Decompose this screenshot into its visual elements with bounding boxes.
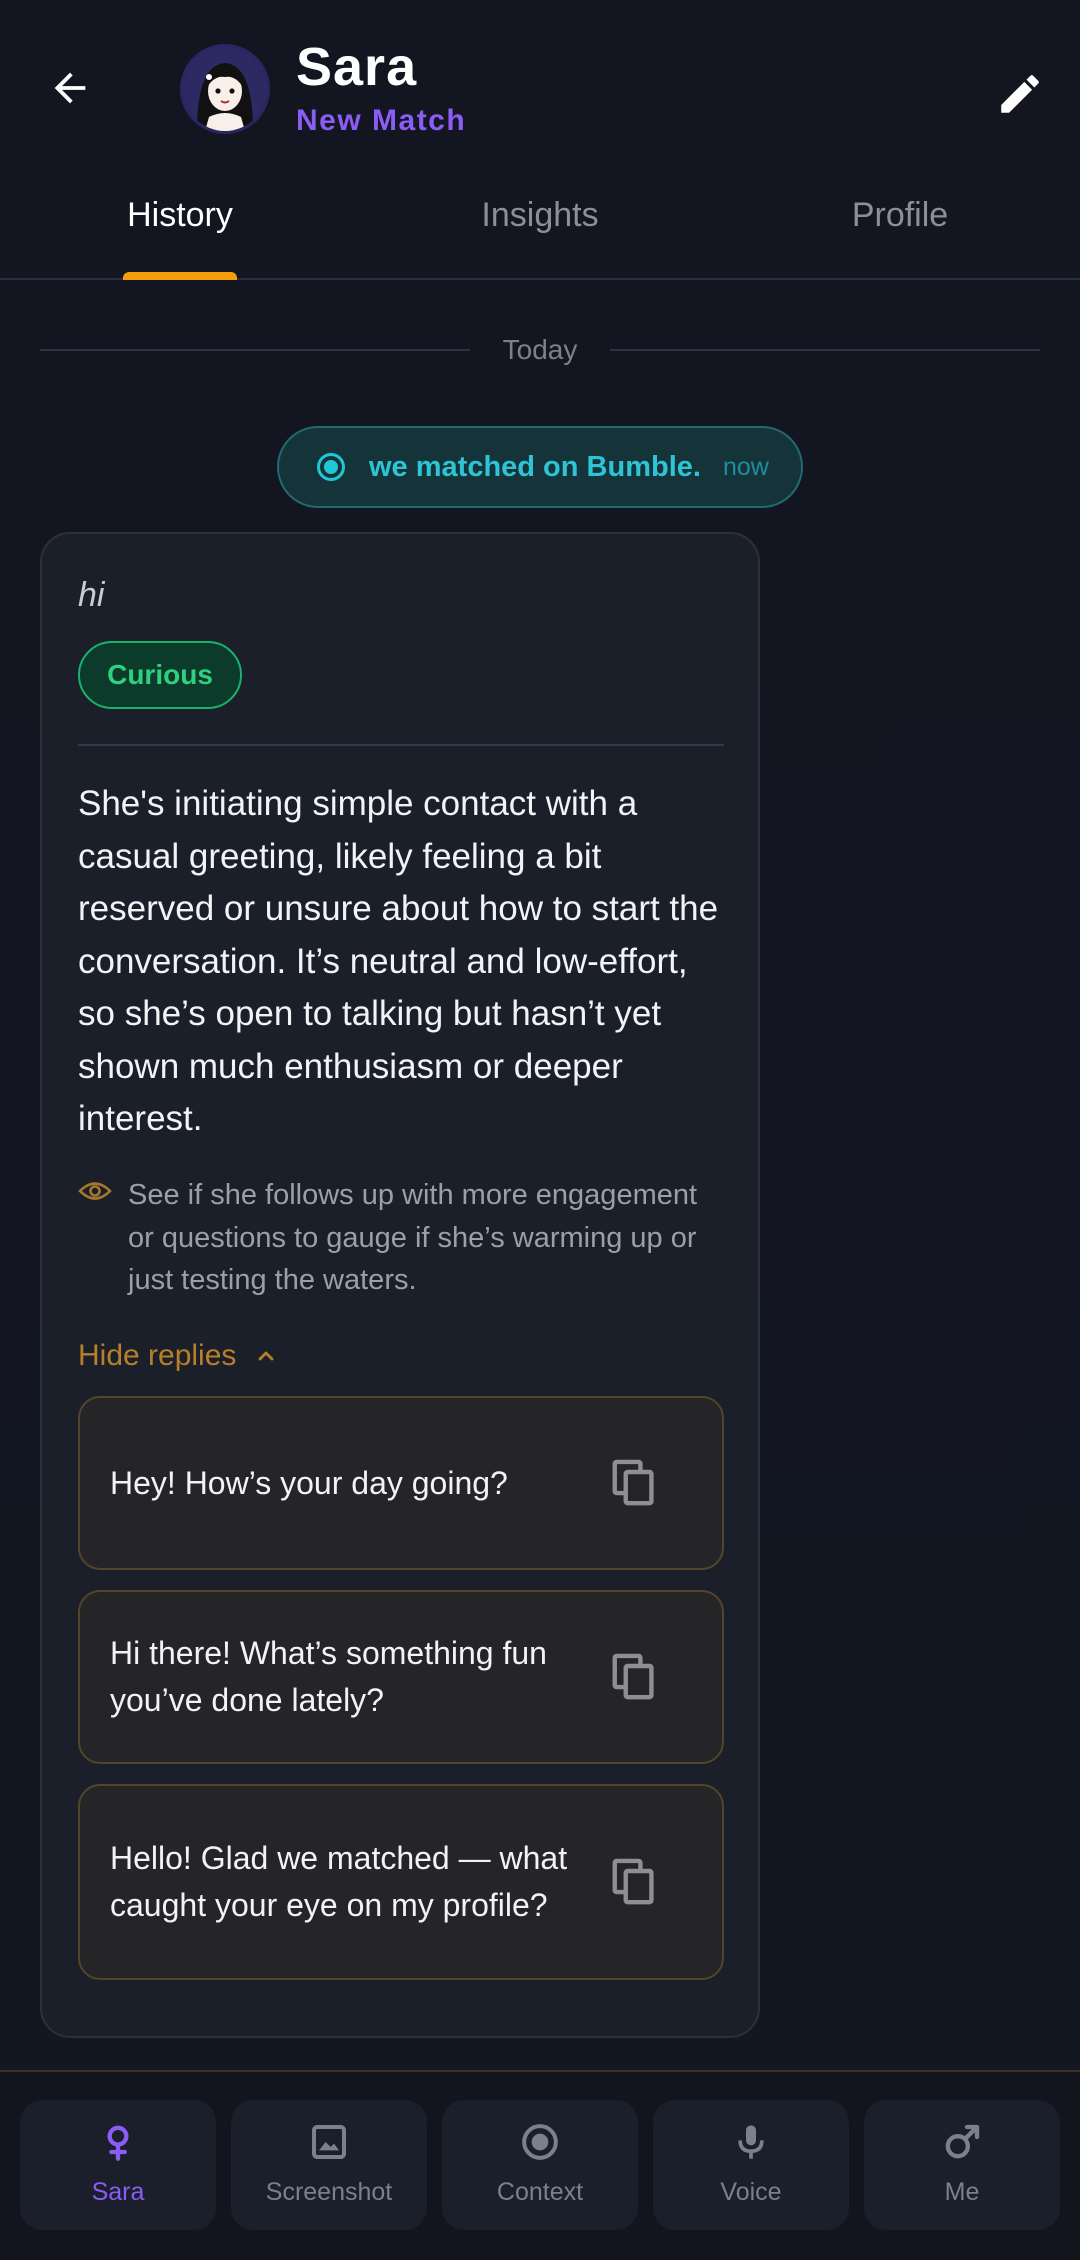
date-divider: Today [40,330,1040,370]
eye-icon [78,1182,112,1200]
microphone-icon [738,2125,764,2159]
hide-replies-toggle[interactable]: Hide replies [78,1334,278,1378]
received-message: hi [78,576,105,614]
avatar[interactable] [180,44,270,134]
nav-label: Screenshot [265,2178,393,2206]
nav-context[interactable]: Context [442,2100,638,2230]
chevron-up-icon [259,1351,274,1361]
avatar-illustration [183,47,267,131]
match-event-text: we matched on Bumble. [369,450,701,483]
edit-button[interactable] [984,58,1056,130]
hide-replies-label: Hide replies [78,1339,237,1372]
nav-voice[interactable]: Voice [653,2100,849,2230]
match-name: Sara [296,37,418,97]
divider-line-right [610,349,1040,351]
tip-text: See if she follows up with more engageme… [128,1179,698,1296]
match-event-pill: we matched on Bumble. now [277,426,803,508]
female-symbol-icon [107,2125,129,2161]
active-tab-indicator [123,272,237,280]
reply-suggestion[interactable]: Hi there! What’s something fun you’ve do… [78,1590,724,1764]
reply-suggestion[interactable]: Hey! How’s your day going? [78,1396,724,1570]
pencil-icon [1001,75,1039,113]
nav-screenshot[interactable]: Screenshot [231,2100,427,2230]
back-button[interactable] [38,56,102,120]
reply-text: Hey! How’s your day going? [110,1464,508,1501]
card-divider [78,744,724,746]
chat-history-screen: Sara New Match History Insights Profile … [0,0,1080,2260]
match-status: New Match [296,104,467,137]
header: Sara New Match [0,0,1080,180]
male-symbol-icon [945,2124,980,2159]
tab-profile[interactable]: Profile [780,196,1020,276]
reply-suggestion[interactable]: Hello! Glad we matched — what caught you… [78,1784,724,1980]
nav-sara[interactable]: Sara [20,2100,216,2230]
reply-text: Hi there! What’s something fun you’ve do… [110,1635,547,1718]
arrow-left-icon [54,72,86,104]
match-event-time: now [722,452,769,481]
tab-history[interactable]: History [60,196,300,276]
copy-icon[interactable] [612,1653,656,1701]
mood-tag: Curious [78,641,242,709]
copy-icon[interactable] [612,1459,656,1507]
nav-label: Me [944,2178,980,2206]
message-card: hi Curious She's initiating simple conta… [40,532,760,2038]
radio-dot-icon [317,453,345,481]
tab-bar: History Insights Profile [0,180,1080,280]
target-icon [522,2124,558,2160]
nav-label: Voice [720,2178,782,2206]
message-analysis: She's initiating simple contact with a c… [78,784,719,1138]
image-icon [312,2125,346,2159]
tab-insights[interactable]: Insights [420,196,660,276]
copy-icon[interactable] [612,1858,656,1906]
nav-label: Context [496,2178,584,2206]
bottom-navigation: Sara Screenshot Context Voice Me [0,2070,1080,2260]
nav-me[interactable]: Me [864,2100,1060,2230]
reply-text: Hello! Glad we matched — what caught you… [110,1840,568,1923]
nav-label: Sara [91,2178,145,2206]
